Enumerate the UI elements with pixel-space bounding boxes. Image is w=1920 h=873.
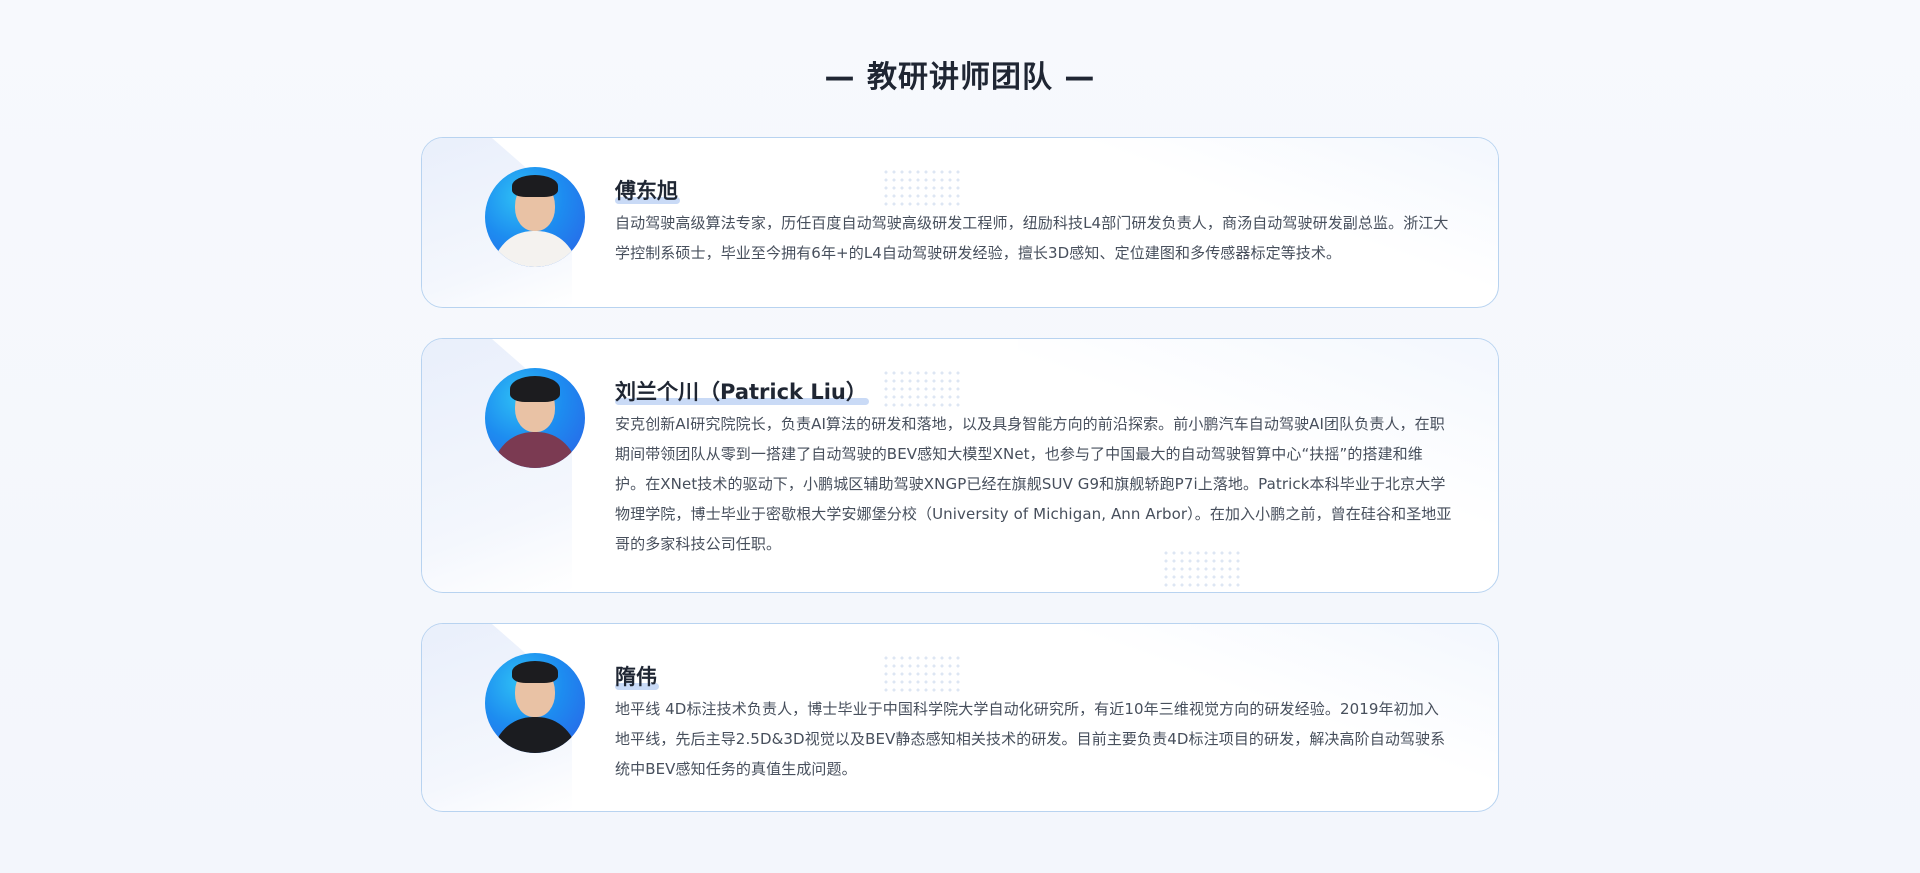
avatar-body (493, 432, 577, 468)
avatar (485, 653, 585, 753)
instructor-bio: 安克创新AI研究院院长，负责AI算法的研发和落地，以及具身智能方向的前沿探索。前… (615, 415, 1452, 553)
instructor-info: 刘兰个川（Patrick Liu） 安克创新AI研究院院长，负责AI算法的研发和… (615, 377, 1452, 559)
instructor-name: 傅东旭 (615, 176, 680, 206)
section-title: — 教研讲师团队 — (824, 60, 1096, 95)
instructor-name: 刘兰个川（Patrick Liu） (615, 377, 869, 407)
instructor-bio: 地平线 4D标注技术负责人，博士毕业于中国科学院大学自动化研究所，有近10年三维… (615, 700, 1446, 778)
avatar-hair (510, 376, 560, 402)
instructor-bio: 自动驾驶高级算法专家，历任百度自动驾驶高级研发工程师，纽励科技L4部门研发负责人… (615, 214, 1449, 262)
avatar (485, 368, 585, 468)
avatar-body (493, 717, 577, 753)
instructor-info: 隋伟 地平线 4D标注技术负责人，博士毕业于中国科学院大学自动化研究所，有近10… (615, 662, 1452, 784)
avatar-hair (512, 661, 558, 683)
instructor-card: 隋伟 地平线 4D标注技术负责人，博士毕业于中国科学院大学自动化研究所，有近10… (421, 623, 1499, 812)
instructor-card: 傅东旭 自动驾驶高级算法专家，历任百度自动驾驶高级研发工程师，纽励科技L4部门研… (421, 137, 1499, 308)
instructor-info: 傅东旭 自动驾驶高级算法专家，历任百度自动驾驶高级研发工程师，纽励科技L4部门研… (615, 176, 1452, 268)
avatar-body (493, 231, 577, 267)
avatar-hair (512, 175, 558, 197)
avatar (485, 167, 585, 267)
instructor-name: 隋伟 (615, 662, 659, 692)
instructor-card: 刘兰个川（Patrick Liu） 安克创新AI研究院院长，负责AI算法的研发和… (421, 338, 1499, 593)
